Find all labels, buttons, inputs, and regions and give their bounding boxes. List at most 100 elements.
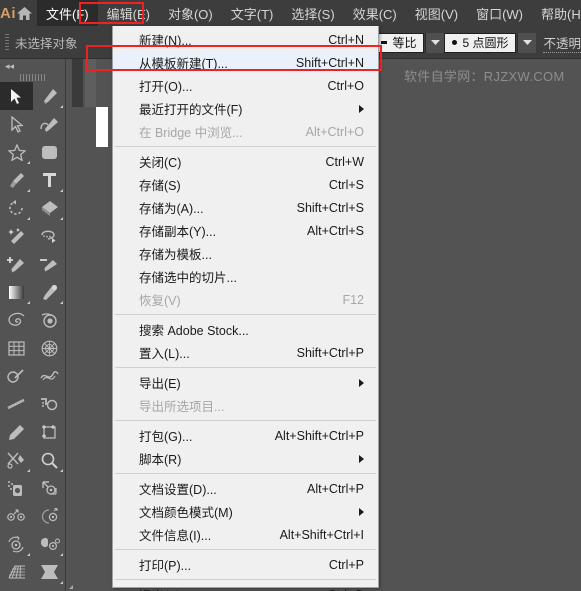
- menu-item-open[interactable]: 打开(O)... Ctrl+O: [113, 74, 378, 97]
- tool-perspective-grid-tool[interactable]: [0, 558, 33, 586]
- menu-item-print[interactable]: 打印(P)... Ctrl+P: [113, 553, 378, 576]
- menu-item-close[interactable]: 关闭(C) Ctrl+W: [113, 150, 378, 173]
- stroke-profile-value: 等比: [392, 36, 417, 50]
- menu-item-place[interactable]: 置入(L)... Shift+Ctrl+P: [113, 341, 378, 364]
- menu-item-browse-in-bridge: 在 Bridge 中浏览... Alt+Ctrl+O: [113, 120, 378, 143]
- control-bar-grip[interactable]: [5, 33, 9, 51]
- tool-scissors-tool[interactable]: [0, 446, 33, 474]
- tool-blob-brush-tool[interactable]: [33, 306, 66, 334]
- tool-line-segment-tool[interactable]: [0, 390, 33, 418]
- tool-paintbrush-tool[interactable]: [0, 166, 33, 194]
- panel-resize-corner-icon[interactable]: [69, 585, 73, 589]
- tool-options-corner-icon: [27, 189, 30, 192]
- submenu-arrow-icon: [359, 507, 364, 516]
- artboard-edge: [96, 107, 108, 147]
- tool-selection-tool[interactable]: [0, 82, 33, 110]
- tool-width-tool[interactable]: [33, 362, 66, 390]
- tool-spiral-tool[interactable]: [0, 306, 33, 334]
- tool-pen-tool[interactable]: [33, 82, 66, 110]
- menu-item-scripts[interactable]: 脚本(R): [113, 447, 378, 470]
- menu-item-recent-files[interactable]: 最近打开的文件(F): [113, 97, 378, 120]
- menu-item-label: 存储选中的切片...: [139, 271, 237, 285]
- menu-item-shortcut: Shift+Ctrl+N: [295, 55, 364, 70]
- tool-star-tool[interactable]: [0, 138, 33, 166]
- tool-options-corner-icon: [60, 105, 63, 108]
- tool-type-tool[interactable]: [33, 166, 66, 194]
- menu-separator: [115, 549, 376, 550]
- menu-item-export[interactable]: 导出(E): [113, 371, 378, 394]
- menu-item-exit[interactable]: 退出(X) Ctrl+Q: [113, 583, 378, 591]
- stroke-weight-chevron-down-icon[interactable]: [517, 32, 537, 53]
- tool-magic-wand-tool[interactable]: [0, 222, 33, 250]
- stroke-profile-chevron-down-icon[interactable]: [425, 32, 445, 53]
- tool-polar-grid-tool[interactable]: [33, 334, 66, 362]
- home-icon[interactable]: [16, 0, 33, 26]
- tool-options-corner-icon: [27, 469, 30, 472]
- tool-direct-selection-tool[interactable]: [0, 110, 33, 138]
- menu-item-shortcut: Alt+Shift+Ctrl+I: [279, 527, 364, 542]
- menu-item-new-from-template[interactable]: 从模板新建(T)... Shift+Ctrl+N: [113, 51, 378, 74]
- menu-item-shortcut: Ctrl+S: [328, 177, 364, 192]
- tool-options-corner-icon: [60, 469, 63, 472]
- menu-object[interactable]: 对象(O): [159, 0, 222, 26]
- tool-eyedropper-tool[interactable]: [33, 278, 66, 306]
- tool-rectangular-grid-tool[interactable]: [0, 334, 33, 362]
- menu-item-label: 文档颜色模式(M): [139, 506, 233, 520]
- tool-pencil-tool[interactable]: [0, 418, 33, 446]
- tool-ellipse-pencil-tool[interactable]: [0, 362, 33, 390]
- tool-live-paint-bucket-tool[interactable]: [33, 502, 66, 530]
- menu-item-save-selected-slices[interactable]: 存储选中的切片...: [113, 265, 378, 288]
- menu-edit[interactable]: 编辑(E): [98, 0, 159, 26]
- menu-item-document-setup[interactable]: 文档设置(D)... Alt+Ctrl+P: [113, 477, 378, 500]
- tool-shape-builder-tool[interactable]: [33, 194, 66, 222]
- menu-item-file-info[interactable]: 文件信息(I)... Alt+Shift+Ctrl+I: [113, 523, 378, 546]
- tool-shaper-tool[interactable]: [33, 390, 66, 418]
- illustrator-window: Ai 文件(F) 编辑(E) 对象(O) 文字(T) 选择(S) 效果(C) 视…: [0, 0, 581, 591]
- opacity-label[interactable]: 不透明: [543, 33, 581, 53]
- tool-slice-tool[interactable]: [33, 586, 66, 591]
- menu-item-save-a-copy[interactable]: 存储副本(Y)... Alt+Ctrl+S: [113, 219, 378, 242]
- tool-options-corner-icon: [60, 581, 63, 584]
- tool-gradient-tool[interactable]: [0, 278, 33, 306]
- menu-effect[interactable]: 效果(C): [344, 0, 406, 26]
- menu-item-search-adobe-stock[interactable]: 搜索 Adobe Stock...: [113, 318, 378, 341]
- menu-item-document-color-mode[interactable]: 文档颜色模式(M): [113, 500, 378, 523]
- menu-item-save[interactable]: 存储(S) Ctrl+S: [113, 173, 378, 196]
- menu-item-label: 新建(N)...: [139, 34, 192, 48]
- tool-mesh-tool[interactable]: [33, 530, 66, 558]
- tool-rotate-view-tool[interactable]: [0, 530, 33, 558]
- menu-help[interactable]: 帮助(H): [532, 0, 581, 26]
- menu-item-label: 存储为模板...: [139, 248, 212, 262]
- tool-lasso-tool[interactable]: [33, 222, 66, 250]
- tool-add-anchor-point-tool[interactable]: [0, 250, 33, 278]
- menu-select[interactable]: 选择(S): [282, 0, 343, 26]
- menu-type[interactable]: 文字(T): [222, 0, 283, 26]
- tools-panel-grip[interactable]: [19, 73, 46, 82]
- tool-scale-tool[interactable]: [33, 474, 66, 502]
- menu-item-shortcut: Ctrl+O: [327, 78, 364, 93]
- menu-item-new[interactable]: 新建(N)... Ctrl+N: [113, 28, 378, 51]
- stroke-weight-combo[interactable]: 5 点圆形: [444, 32, 517, 53]
- scrollbar-track[interactable]: [72, 59, 83, 107]
- tool-delete-anchor-point-tool[interactable]: [33, 250, 66, 278]
- menu-item-label: 打包(G)...: [139, 430, 193, 444]
- menu-item-save-as-template[interactable]: 存储为模板...: [113, 242, 378, 265]
- tool-blend-tool[interactable]: [0, 502, 33, 530]
- menu-item-save-as[interactable]: 存储为(A)... Shift+Ctrl+S: [113, 196, 378, 219]
- menu-item-package[interactable]: 打包(G)... Alt+Shift+Ctrl+P: [113, 424, 378, 447]
- tool-curvature-tool[interactable]: [33, 110, 66, 138]
- tool-free-transform-tool[interactable]: [33, 558, 66, 586]
- tool-zoom-tool[interactable]: [33, 446, 66, 474]
- tool-rounded-rectangle-tool[interactable]: [33, 138, 66, 166]
- tool-rotate-tool[interactable]: [0, 194, 33, 222]
- collapse-panel-icon[interactable]: ◂◂: [5, 62, 14, 71]
- tool-symbol-sprayer-tool[interactable]: [0, 474, 33, 502]
- menu-file[interactable]: 文件(F): [37, 0, 98, 26]
- scrollbar-thumb[interactable]: [85, 59, 96, 107]
- stroke-profile-swatch-icon: [381, 41, 388, 44]
- tool-puppet-warp-tool[interactable]: [0, 586, 33, 591]
- tool-artboard-tool[interactable]: [33, 418, 66, 446]
- menu-window[interactable]: 窗口(W): [467, 0, 532, 26]
- stroke-profile-combo[interactable]: 等比: [373, 32, 425, 53]
- menu-view[interactable]: 视图(V): [406, 0, 467, 26]
